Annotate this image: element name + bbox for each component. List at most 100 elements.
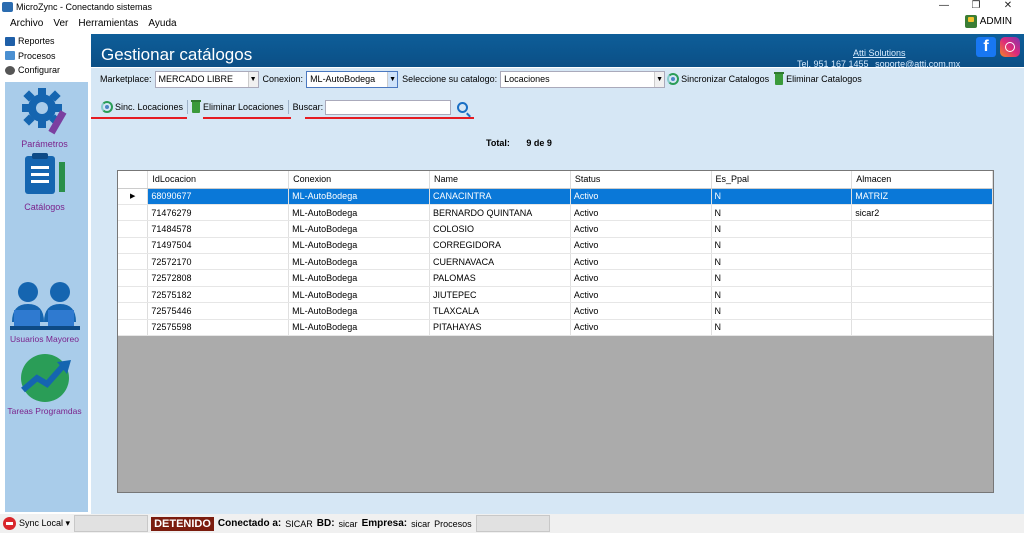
table-cell[interactable]: BERNARDO QUINTANA bbox=[429, 204, 571, 222]
table-cell[interactable]: N bbox=[711, 188, 853, 205]
close-icon[interactable]: ✕ bbox=[992, 0, 1024, 11]
table-cell[interactable]: 72572808 bbox=[147, 269, 290, 287]
table-cell[interactable]: PALOMAS bbox=[429, 269, 571, 287]
row-header[interactable] bbox=[118, 237, 149, 255]
sync-locations-button[interactable]: Sinc. Locaciones bbox=[101, 101, 183, 113]
table-cell[interactable] bbox=[851, 269, 993, 287]
sidebar-item-parametros[interactable]: Parámetros bbox=[0, 139, 89, 149]
trend-chart-icon[interactable] bbox=[17, 352, 73, 404]
table-cell[interactable]: ML-AutoBodega bbox=[288, 188, 430, 205]
table-cell[interactable]: Activo bbox=[570, 253, 712, 271]
table-cell[interactable]: 71476279 bbox=[147, 204, 290, 222]
column-header-es-ppal[interactable]: Es_Ppal bbox=[711, 171, 853, 189]
instagram-icon[interactable] bbox=[1000, 37, 1020, 57]
table-cell[interactable]: N bbox=[711, 253, 853, 271]
row-header[interactable] bbox=[118, 220, 149, 238]
table-cell[interactable]: N bbox=[711, 237, 853, 255]
chevron-down-icon[interactable]: ▼ bbox=[387, 71, 398, 87]
table-cell[interactable]: 72575446 bbox=[147, 302, 290, 320]
table-cell[interactable]: ML-AutoBodega bbox=[288, 237, 430, 255]
table-row[interactable]: 72575182 ML-AutoBodega JIUTEPEC Activo N bbox=[118, 286, 993, 304]
table-cell[interactable]: PITAHAYAS bbox=[429, 319, 571, 337]
delete-locations-button[interactable]: Eliminar Locaciones bbox=[191, 99, 284, 113]
table-cell[interactable]: 71497504 bbox=[147, 237, 290, 255]
table-cell[interactable]: N bbox=[711, 204, 853, 222]
table-cell[interactable]: ML-AutoBodega bbox=[288, 253, 430, 271]
table-row[interactable]: 72572808 ML-AutoBodega PALOMAS Activo N bbox=[118, 269, 993, 287]
table-cell[interactable]: CUERNAVACA bbox=[429, 253, 571, 271]
table-cell[interactable]: N bbox=[711, 302, 853, 320]
delete-catalogs-button[interactable]: Eliminar Catalogos bbox=[774, 71, 862, 85]
sidebar-menu-procesos[interactable]: Procesos bbox=[0, 49, 89, 64]
chevron-down-icon[interactable]: ▼ bbox=[654, 71, 665, 87]
row-header[interactable] bbox=[118, 302, 149, 320]
table-cell[interactable]: ML-AutoBodega bbox=[288, 204, 430, 222]
sidebar-item-tareas-programadas[interactable]: Tareas Programdas bbox=[0, 406, 89, 416]
catalogo-select[interactable]: Locaciones ▼ bbox=[500, 70, 666, 88]
conexion-select[interactable]: ML-AutoBodega ▼ bbox=[306, 70, 399, 88]
table-cell[interactable]: N bbox=[711, 286, 853, 304]
company-link[interactable]: Atti Solutions bbox=[853, 48, 906, 58]
table-cell[interactable] bbox=[851, 220, 993, 238]
column-header-status[interactable]: Status bbox=[570, 171, 712, 189]
sync-local-dropdown[interactable]: Sync Local ▾ bbox=[19, 518, 70, 529]
table-cell[interactable]: sicar2 bbox=[851, 204, 993, 222]
table-row[interactable]: 72575446 ML-AutoBodega TLAXCALA Activo N bbox=[118, 302, 993, 320]
table-cell[interactable]: Activo bbox=[570, 188, 712, 205]
row-header[interactable] bbox=[118, 269, 149, 287]
table-cell[interactable] bbox=[851, 286, 993, 304]
table-cell[interactable]: ML-AutoBodega bbox=[288, 319, 430, 337]
table-cell[interactable] bbox=[851, 319, 993, 337]
table-cell[interactable]: MATRIZ bbox=[851, 188, 993, 205]
column-header-conexion[interactable]: Conexion bbox=[288, 171, 430, 189]
sync-catalogs-button[interactable]: Sincronizar Catalogos bbox=[667, 73, 769, 85]
menu-herramientas[interactable]: Herramientas bbox=[73, 18, 143, 29]
table-cell[interactable]: JIUTEPEC bbox=[429, 286, 571, 304]
row-header[interactable] bbox=[118, 319, 149, 337]
search-icon[interactable] bbox=[457, 101, 469, 113]
table-cell[interactable]: CORREGIDORA bbox=[429, 237, 571, 255]
restore-icon[interactable]: ❐ bbox=[960, 0, 992, 11]
table-cell[interactable]: 72575598 bbox=[147, 319, 290, 337]
column-header-idlocacion[interactable]: IdLocacion bbox=[147, 171, 290, 189]
table-cell[interactable] bbox=[851, 253, 993, 271]
users-icon[interactable] bbox=[10, 280, 80, 332]
table-cell[interactable]: Activo bbox=[570, 319, 712, 337]
menu-ver[interactable]: Ver bbox=[48, 18, 73, 29]
table-row[interactable]: 72572170 ML-AutoBodega CUERNAVACA Activo N bbox=[118, 253, 993, 271]
marketplace-select[interactable]: MERCADO LIBRE ▼ bbox=[154, 70, 259, 88]
locations-grid[interactable]: IdLocacion Conexion Name Status Es_Ppal … bbox=[117, 170, 994, 493]
chevron-down-icon[interactable]: ▼ bbox=[247, 71, 258, 87]
menu-archivo[interactable]: Archivo bbox=[0, 18, 48, 29]
sidebar-item-usuarios-mayoreo[interactable]: Usuarios Mayoreo bbox=[0, 334, 89, 344]
catalog-list-icon[interactable] bbox=[23, 152, 71, 200]
table-cell[interactable]: 72575182 bbox=[147, 286, 290, 304]
table-cell[interactable]: N bbox=[711, 269, 853, 287]
column-header-name[interactable]: Name bbox=[429, 171, 571, 189]
table-cell[interactable]: N bbox=[711, 220, 853, 238]
table-row[interactable]: ▶ 68090677 ML-AutoBodega CANACINTRA Activo N M… bbox=[118, 188, 993, 205]
minimize-icon[interactable]: — bbox=[928, 0, 960, 11]
column-header-almacen[interactable]: Almacen bbox=[851, 171, 993, 189]
sidebar-menu-configurar[interactable]: Configurar bbox=[0, 63, 89, 78]
table-cell[interactable]: Activo bbox=[570, 204, 712, 222]
facebook-icon[interactable]: f bbox=[976, 37, 996, 57]
sidebar-item-catalogos[interactable]: Catálogos bbox=[0, 202, 89, 212]
sidebar-menu-reportes[interactable]: Reportes bbox=[0, 34, 89, 49]
table-cell[interactable]: 68090677 bbox=[147, 188, 290, 205]
table-cell[interactable] bbox=[851, 302, 993, 320]
row-header[interactable]: ▶ bbox=[118, 188, 149, 205]
table-row[interactable]: 71484578 ML-AutoBodega COLOSIO Activo N bbox=[118, 220, 993, 238]
user-menu[interactable]: ADMIN bbox=[964, 15, 1012, 28]
table-cell[interactable]: Activo bbox=[570, 269, 712, 287]
table-cell[interactable]: Activo bbox=[570, 237, 712, 255]
table-row[interactable]: 71497504 ML-AutoBodega CORREGIDORA Activo N bbox=[118, 237, 993, 255]
table-cell[interactable]: TLAXCALA bbox=[429, 302, 571, 320]
table-cell[interactable] bbox=[851, 237, 993, 255]
table-row[interactable]: 72575598 ML-AutoBodega PITAHAYAS Activo N bbox=[118, 319, 993, 337]
table-cell[interactable]: ML-AutoBodega bbox=[288, 302, 430, 320]
table-cell[interactable]: 71484578 bbox=[147, 220, 290, 238]
row-header[interactable] bbox=[118, 253, 149, 271]
table-row[interactable]: 71476279 ML-AutoBodega BERNARDO QUINTANA Ac… bbox=[118, 204, 993, 222]
table-cell[interactable]: COLOSIO bbox=[429, 220, 571, 238]
